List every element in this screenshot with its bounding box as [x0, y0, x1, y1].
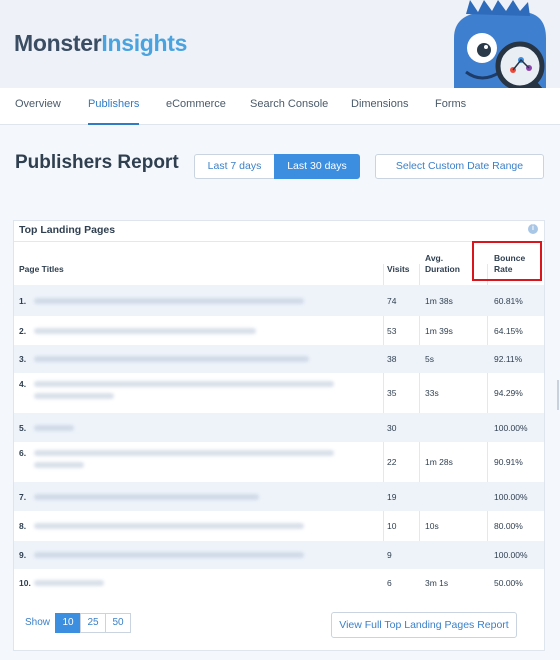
row-number: 4.	[19, 379, 27, 389]
bounce-rate-value: 94.29%	[494, 388, 523, 398]
panel-title: Top Landing Pages	[19, 224, 116, 236]
page-size-selector: 10 25 50	[55, 613, 131, 633]
last-30-days-button[interactable]: Last 30 days	[274, 154, 360, 179]
page-title-link[interactable]	[34, 493, 259, 500]
tab-search-console[interactable]: Search Console	[250, 88, 328, 125]
tab-overview[interactable]: Overview	[15, 88, 61, 125]
page-title-link[interactable]	[34, 381, 334, 387]
duration-value: 5s	[425, 354, 434, 364]
bounce-rate-value: 80.00%	[494, 521, 523, 531]
visits-value: 6	[387, 578, 392, 588]
bounce-rate-value: 100.00%	[494, 422, 528, 433]
bounce-rate-highlight	[472, 241, 542, 281]
bounce-rate-value: 90.91%	[494, 457, 523, 467]
page-size-25[interactable]: 25	[80, 613, 106, 633]
tab-forms[interactable]: Forms	[435, 88, 466, 125]
table-row: 7. 19 100.00%	[14, 482, 544, 511]
duration-value: 3m 1s	[425, 578, 449, 588]
row-number: 10.	[19, 578, 31, 588]
header-avg-duration-line2: Duration	[425, 264, 460, 274]
visits-value: 74	[387, 295, 397, 306]
duration-value: 1m 38s	[425, 295, 453, 306]
page-title-link[interactable]	[34, 393, 114, 399]
table-row: 5. 30 100.00%	[14, 413, 544, 442]
page-title-link[interactable]	[34, 450, 334, 456]
page-title: Publishers Report	[15, 152, 179, 173]
row-number: 6.	[19, 448, 27, 458]
last-7-days-button[interactable]: Last 7 days	[194, 154, 274, 179]
monsterinsights-logo: MonsterInsights	[14, 30, 187, 57]
bounce-rate-value: 92.11%	[494, 354, 523, 364]
row-number: 9.	[19, 550, 27, 560]
page-title-link[interactable]	[34, 327, 256, 334]
tab-ecommerce[interactable]: eCommerce	[166, 88, 226, 125]
table-row: 9. 9 100.00%	[14, 541, 544, 569]
panel-divider	[14, 241, 544, 242]
visits-value: 30	[387, 422, 397, 433]
page-title-link[interactable]	[34, 552, 304, 558]
info-icon[interactable]: i	[528, 224, 538, 234]
table-row: 8. 10 10s 80.00%	[14, 511, 544, 541]
row-number: 7.	[19, 491, 27, 502]
bounce-rate-value: 100.00%	[494, 550, 528, 560]
page-title-link[interactable]	[34, 297, 304, 304]
visits-value: 22	[387, 457, 397, 467]
bounce-rate-value: 60.81%	[494, 295, 523, 306]
row-number: 2.	[19, 325, 27, 336]
visits-value: 10	[387, 521, 397, 531]
visits-value: 38	[387, 354, 397, 364]
duration-value: 1m 39s	[425, 325, 453, 336]
monster-mascot-icon	[454, 0, 549, 88]
header-avg-duration-line1: Avg.	[425, 253, 444, 263]
page-title-link[interactable]	[34, 356, 309, 362]
page-title-link[interactable]	[34, 523, 304, 529]
tab-publishers[interactable]: Publishers	[88, 88, 140, 125]
duration-value: 33s	[425, 388, 439, 398]
row-number: 1.	[19, 295, 27, 306]
table-row: 10. 6 3m 1s 50.00%	[14, 569, 544, 597]
tab-dimensions[interactable]: Dimensions	[351, 88, 408, 125]
custom-date-range-button[interactable]: Select Custom Date Range	[375, 154, 544, 179]
table-row: 2. 53 1m 39s 64.15%	[14, 316, 544, 345]
date-range-toggle: Last 7 days Last 30 days	[194, 154, 360, 179]
visits-value: 35	[387, 388, 397, 398]
bounce-rate-value: 50.00%	[494, 578, 523, 588]
duration-value: 10s	[425, 521, 439, 531]
page-size-10[interactable]: 10	[55, 613, 81, 633]
header-page-titles: Page Titles	[19, 264, 64, 274]
page-title-link[interactable]	[34, 580, 104, 586]
view-full-report-button[interactable]: View Full Top Landing Pages Report	[331, 612, 517, 638]
logo-text-monster: Monster	[14, 30, 102, 56]
show-label: Show	[25, 617, 51, 628]
header: MonsterInsights	[0, 0, 560, 88]
duration-value: 1m 28s	[425, 457, 453, 467]
visits-value: 9	[387, 550, 392, 560]
scrollbar-thumb[interactable]	[557, 380, 559, 410]
row-number: 8.	[19, 521, 27, 531]
report-tabs: Overview Publishers eCommerce Search Con…	[0, 88, 560, 125]
table-row: 6. 22 1m 28s 90.91%	[14, 442, 544, 482]
visits-value: 53	[387, 325, 397, 336]
header-visits: Visits	[387, 264, 410, 274]
page-title-link[interactable]	[34, 462, 84, 468]
table-row: 3. 38 5s 92.11%	[14, 345, 544, 373]
row-number: 3.	[19, 354, 27, 364]
table-row: 1. 74 1m 38s 60.81%	[14, 285, 544, 316]
bounce-rate-value: 64.15%	[494, 325, 523, 336]
page-title-link[interactable]	[34, 424, 74, 431]
top-landing-pages-panel: Top Landing Pages i Page Titles Visits A…	[13, 220, 545, 651]
bounce-rate-value: 100.00%	[494, 491, 528, 502]
logo-text-insights: Insights	[101, 30, 188, 56]
row-number: 5.	[19, 422, 27, 433]
page-size-50[interactable]: 50	[105, 613, 131, 633]
table-row: 4. 35 33s 94.29%	[14, 373, 544, 413]
visits-value: 19	[387, 491, 397, 502]
